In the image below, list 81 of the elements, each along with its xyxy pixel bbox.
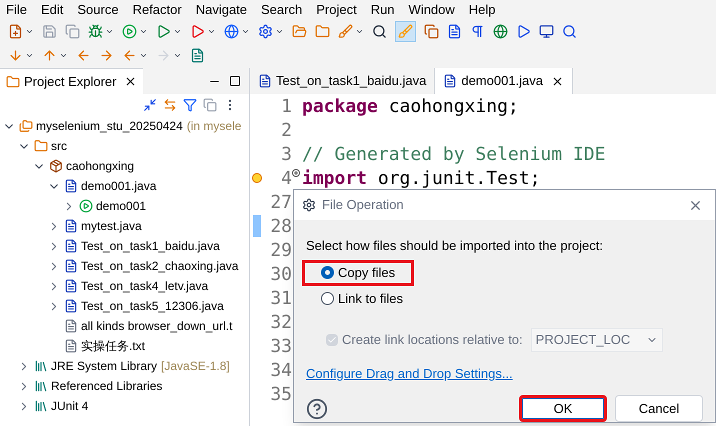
menu-item[interactable]: Help xyxy=(468,0,496,20)
tree-item[interactable]: mytest.java xyxy=(81,217,142,235)
tree-item[interactable]: JUnit 4 xyxy=(51,397,88,415)
dialog-prompt: Select how files should be imported into the project: xyxy=(306,237,604,255)
filter-icon[interactable] xyxy=(183,98,197,112)
external-tool-icon[interactable] xyxy=(190,24,205,39)
editor-tab[interactable]: demo001.java xyxy=(435,68,574,94)
menu-item[interactable]: Search xyxy=(261,0,302,20)
menu-item[interactable]: Refactor xyxy=(132,0,182,20)
menu-item[interactable]: Run xyxy=(370,0,395,20)
tree-item[interactable]: all kinds browser_down_url.t xyxy=(81,317,232,335)
tree-item[interactable]: Referenced Libraries xyxy=(51,377,162,395)
globe-icon[interactable] xyxy=(493,24,508,39)
close-icon[interactable] xyxy=(551,74,564,88)
dialog-title: File Operation xyxy=(322,196,404,214)
line-number: 3 xyxy=(280,142,292,166)
search-icon[interactable] xyxy=(562,24,577,39)
menu-item[interactable]: Window xyxy=(408,0,455,20)
tree-item[interactable]: Test_on_task5_12306.java xyxy=(81,297,224,315)
line-number: 34 xyxy=(269,358,292,382)
line-number: 27 xyxy=(269,190,292,214)
menu-item[interactable]: Navigate xyxy=(196,0,248,20)
app-icon xyxy=(302,198,316,212)
gear-icon[interactable] xyxy=(258,24,273,39)
java-file-icon xyxy=(443,74,458,88)
menu-item[interactable]: Edit xyxy=(40,0,64,20)
line-number: 4 xyxy=(280,166,292,190)
play-icon[interactable] xyxy=(516,24,531,39)
line-number: 2 xyxy=(280,118,292,142)
radio-option[interactable]: Link to files xyxy=(321,288,404,308)
tree-item[interactable]: src xyxy=(51,137,67,155)
dialog-button[interactable]: OK xyxy=(519,395,607,422)
monitor-icon[interactable] xyxy=(539,24,554,39)
tree-item-suffix: (in mysele xyxy=(186,118,242,135)
expand-fold-icon[interactable] xyxy=(292,169,300,177)
explorer-icon xyxy=(6,74,20,88)
line-number: 33 xyxy=(269,334,292,358)
java-file-icon xyxy=(258,74,272,88)
tree-item[interactable]: demo001.java xyxy=(81,177,156,195)
tree-item[interactable]: myselenium_stu_20250424 xyxy=(36,117,183,135)
line-number: 31 xyxy=(269,286,292,310)
tree-item[interactable]: caohongxing xyxy=(66,157,134,175)
tree-item[interactable]: 实操任务.txt xyxy=(81,337,146,355)
tree-item[interactable]: Test_on_task2_chaoxing.java xyxy=(81,257,238,275)
folder-icon[interactable] xyxy=(315,24,330,39)
link-editor-icon[interactable] xyxy=(163,98,177,112)
right-arrow-icon[interactable] xyxy=(99,48,114,63)
collapse-all-icon[interactable] xyxy=(143,98,157,112)
line-number: 29 xyxy=(269,238,292,262)
line-number: 1 xyxy=(280,94,292,118)
code-line: import org.junit.Test; xyxy=(302,166,540,190)
globe-icon[interactable] xyxy=(224,24,239,39)
tree-item[interactable]: demo001 xyxy=(96,197,146,215)
debug-icon[interactable] xyxy=(88,24,103,39)
radio-option[interactable]: Copy files xyxy=(321,262,396,282)
line-number: 35 xyxy=(269,382,292,406)
copy-icon[interactable] xyxy=(424,24,439,39)
code-line: // Generated by Selenium IDE xyxy=(302,142,606,166)
tree-item[interactable]: Test_on_task4_letv.java xyxy=(81,277,208,295)
stack-icon[interactable] xyxy=(203,98,217,112)
line-number: 30 xyxy=(269,262,292,286)
code-line: package caohongxing; xyxy=(302,94,519,118)
tree-item[interactable]: Test_on_task1_baidu.java xyxy=(81,237,220,255)
open-folder-icon[interactable] xyxy=(292,24,307,39)
help-icon[interactable] xyxy=(306,398,328,420)
line-number: 28 xyxy=(269,214,292,238)
run-configuration-icon[interactable] xyxy=(156,24,171,39)
dialog-button[interactable]: Cancel xyxy=(615,395,703,422)
menu-item[interactable]: Source xyxy=(77,0,119,20)
close-icon[interactable] xyxy=(124,75,138,88)
tree-item-suffix: [JavaSE-1.8] xyxy=(161,358,230,375)
settings-link[interactable]: Configure Drag and Drop Settings... xyxy=(306,364,703,383)
menu-item[interactable]: Project xyxy=(316,0,357,20)
checkmark-icon xyxy=(327,334,337,344)
search-icon[interactable] xyxy=(372,24,387,39)
paragraph-icon[interactable] xyxy=(470,24,485,39)
line-number: 32 xyxy=(269,310,292,334)
menu-item[interactable]: File xyxy=(6,0,27,20)
new-file-icon[interactable] xyxy=(8,24,23,39)
tree-item[interactable]: JRE System Library xyxy=(51,357,158,375)
maximize-icon[interactable] xyxy=(229,75,241,87)
